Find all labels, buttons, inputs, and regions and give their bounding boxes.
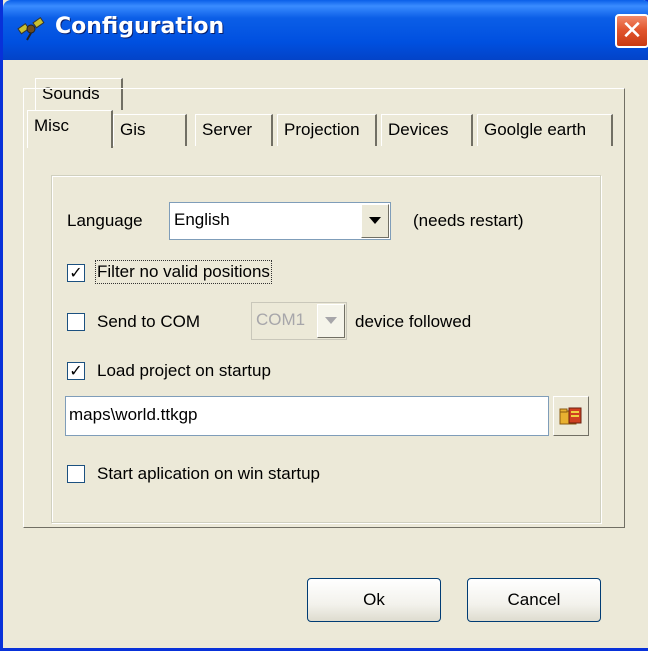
- window-title: Configuration: [55, 14, 225, 39]
- close-button[interactable]: ✕: [615, 14, 648, 48]
- tab-label: Gis: [120, 120, 146, 139]
- start-app-checkbox[interactable]: [67, 465, 85, 483]
- folder-icon: [559, 407, 582, 425]
- tab-misc[interactable]: Misc: [27, 110, 113, 148]
- checkmark-icon: ✓: [69, 361, 83, 380]
- tab-label: Misc: [34, 116, 69, 135]
- com-port-select[interactable]: COM1: [251, 302, 347, 340]
- com-port-value: COM1: [256, 310, 306, 329]
- project-path-input[interactable]: maps\world.ttkgp: [65, 396, 549, 436]
- ok-label: Ok: [363, 590, 385, 609]
- tab-label: Projection: [284, 120, 360, 139]
- send-com-label[interactable]: Send to COM: [97, 312, 200, 332]
- title-bar[interactable]: Configuration ✕: [3, 0, 648, 60]
- tab-label: Server: [202, 120, 253, 139]
- tab-server[interactable]: Server: [195, 114, 273, 146]
- cancel-button[interactable]: Cancel: [467, 578, 601, 622]
- filter-label[interactable]: Filter no valid positions: [95, 260, 272, 284]
- checkmark-icon: ✓: [69, 263, 83, 282]
- language-select[interactable]: English: [169, 202, 391, 240]
- load-project-checkbox[interactable]: ✓: [67, 362, 85, 380]
- configuration-window: Configuration ✕ Sounds Misc Gis Server P…: [0, 0, 648, 651]
- tab-label: Goolgle earth: [484, 120, 587, 139]
- language-value: English: [174, 210, 230, 229]
- chevron-down-icon[interactable]: [317, 304, 345, 338]
- browse-button[interactable]: [553, 396, 589, 436]
- tab-gis[interactable]: Gis: [113, 114, 187, 146]
- filter-checkbox[interactable]: ✓: [67, 264, 85, 282]
- ok-button[interactable]: Ok: [307, 578, 441, 622]
- send-com-checkbox[interactable]: [67, 313, 85, 331]
- project-path-value: maps\world.ttkgp: [69, 405, 198, 424]
- tab-projection[interactable]: Projection: [277, 114, 377, 146]
- close-icon: ✕: [621, 16, 643, 46]
- tab-devices[interactable]: Devices: [381, 114, 473, 146]
- cancel-label: Cancel: [507, 590, 561, 609]
- tab-label: Devices: [388, 120, 449, 139]
- load-project-label[interactable]: Load project on startup: [97, 361, 271, 381]
- restart-note: (needs restart): [413, 211, 524, 230]
- chevron-down-icon[interactable]: [361, 204, 389, 238]
- start-app-label[interactable]: Start aplication on win startup: [97, 464, 320, 484]
- language-label: Language: [67, 211, 143, 230]
- device-followed-label: device followed: [355, 312, 472, 331]
- satellite-icon: [17, 16, 45, 41]
- tab-google-earth[interactable]: Goolgle earth: [477, 114, 613, 146]
